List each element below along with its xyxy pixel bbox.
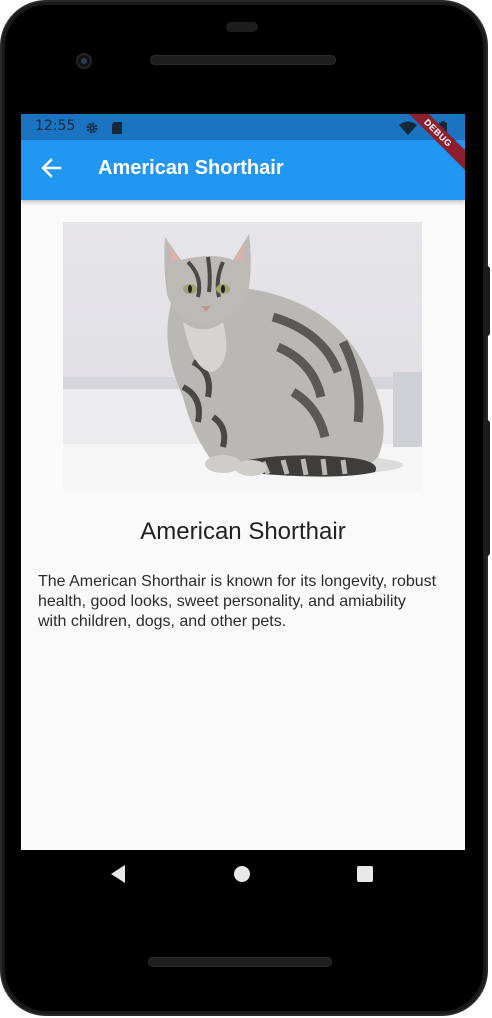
cat-photo	[63, 222, 422, 491]
nav-back-button[interactable]	[103, 861, 133, 891]
breed-description: The American Shorthair is known for its …	[38, 573, 437, 630]
settings-gear-icon	[85, 120, 99, 134]
power-button	[485, 420, 490, 556]
volume-button	[485, 266, 490, 336]
status-bar: 12:55	[21, 114, 465, 140]
app-screen: 12:55 American Shorthair DEBUG American …	[21, 114, 465, 850]
front-camera	[76, 53, 92, 69]
app-bar: American Shorthair	[21, 140, 465, 200]
home-circle-icon	[233, 865, 251, 887]
nav-home-button[interactable]	[227, 861, 257, 891]
phone-frame: 12:55 American Shorthair DEBUG American …	[0, 0, 490, 1018]
breed-name: American Shorthair	[140, 518, 346, 545]
status-time: 12:55	[35, 118, 76, 134]
earpiece	[226, 22, 258, 32]
bottom-speaker	[148, 957, 332, 967]
top-speaker	[150, 55, 336, 65]
page-title: American Shorthair	[98, 157, 284, 179]
arrow-left-icon	[40, 157, 62, 183]
wifi-icon	[399, 120, 417, 135]
recents-square-icon	[356, 865, 374, 887]
back-button[interactable]	[33, 152, 69, 188]
nav-recents-button[interactable]	[350, 861, 380, 891]
sd-card-icon	[111, 120, 125, 134]
back-triangle-icon	[109, 864, 127, 888]
